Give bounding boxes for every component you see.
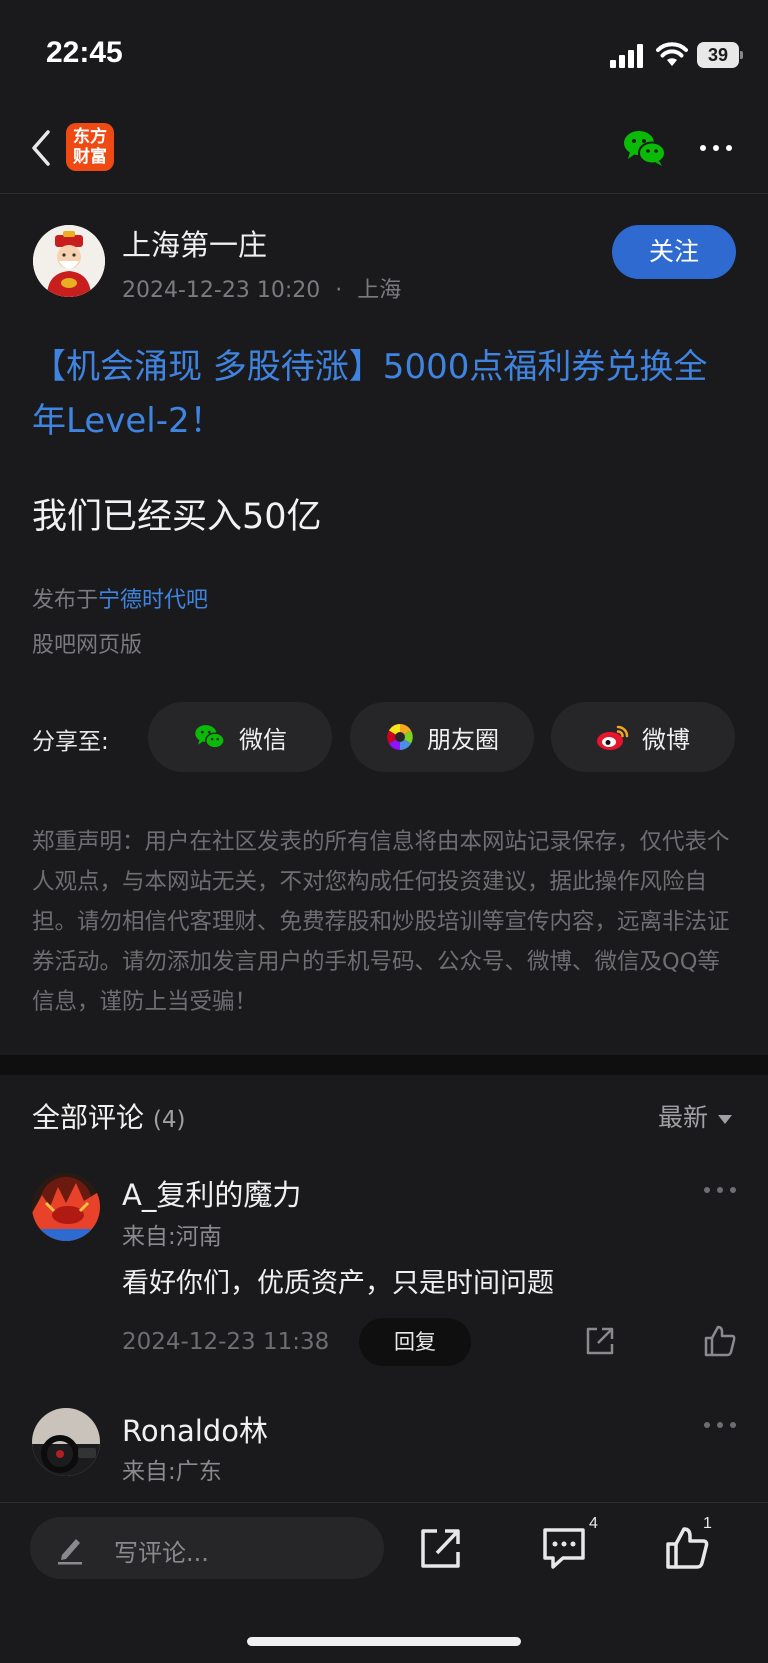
home-indicator[interactable] xyxy=(247,1637,521,1646)
comment-text: 看好你们，优质资产，只是时间问题 xyxy=(122,1268,554,1299)
pencil-icon xyxy=(58,1539,82,1565)
follow-button[interactable]: 关注 xyxy=(612,225,736,279)
battery-level: 39 xyxy=(697,42,739,68)
share-weibo-label: 微博 xyxy=(642,725,690,754)
top-nav-bar: 东方 财富 xyxy=(0,110,768,194)
published-prefix: 发布于 xyxy=(32,588,99,613)
car-interior-avatar-icon xyxy=(32,1408,100,1476)
logo-text-top: 东方 xyxy=(73,127,107,147)
comment-more-icon[interactable] xyxy=(704,1185,738,1195)
status-time: 22:45 xyxy=(46,36,123,69)
moments-icon xyxy=(387,724,413,750)
sort-dropdown[interactable]: 最新 xyxy=(658,1098,733,1134)
status-bar: 22:45 39 xyxy=(0,0,768,100)
weibo-icon xyxy=(597,725,629,750)
share-moments-button[interactable]: 朋友圈 xyxy=(350,702,534,772)
wechat-icon xyxy=(195,725,225,749)
share-icon[interactable] xyxy=(584,1325,616,1357)
web-version-label: 股吧网页版 xyxy=(32,633,143,658)
author-name[interactable]: 上海第一庄 xyxy=(122,222,267,264)
god-of-wealth-avatar-icon xyxy=(33,225,105,297)
share-label: 分享至: xyxy=(32,729,109,755)
share-wechat-button[interactable]: 微信 xyxy=(148,702,332,772)
comment-author[interactable]: Ronaldo林 xyxy=(122,1408,268,1450)
meta-separator: · xyxy=(335,278,343,303)
post-location: 上海 xyxy=(357,278,402,303)
like-icon[interactable] xyxy=(703,1324,737,1358)
published-in: 发布于宁德时代吧 xyxy=(32,582,208,614)
comment-avatar[interactable] xyxy=(32,1408,100,1476)
comments-count: (4) xyxy=(152,1107,186,1133)
cellular-signal-icon xyxy=(610,44,646,68)
comment-input[interactable]: 写评论... xyxy=(30,1517,384,1579)
logo-text-bottom: 财富 xyxy=(73,147,107,167)
share-wechat-label: 微信 xyxy=(239,725,287,754)
like-count-badge: 1 xyxy=(703,1515,712,1532)
comment-icon[interactable] xyxy=(541,1525,587,1571)
comment-count-badge: 4 xyxy=(589,1515,598,1532)
comment-date: 2024-12-23 11:38 xyxy=(122,1329,330,1355)
bottom-action-bar: 写评论... 4 1 xyxy=(0,1502,768,1663)
comments-title: 全部评论 xyxy=(32,1101,145,1134)
share-weibo-button[interactable]: 微博 xyxy=(551,702,735,772)
post-content: 我们已经买入50亿 xyxy=(32,497,322,537)
comment-input-placeholder: 写评论... xyxy=(114,1539,209,1567)
author-avatar[interactable] xyxy=(33,225,105,297)
share-moments-label: 朋友圈 xyxy=(427,725,499,754)
comment-location: 来自:广东 xyxy=(122,1459,222,1485)
comments-header: 全部评论 (4) xyxy=(32,1096,186,1136)
battery-icon: 39 xyxy=(697,42,743,68)
sort-label: 最新 xyxy=(658,1103,709,1132)
section-divider xyxy=(0,1055,768,1075)
post-date: 2024-12-23 10:20 xyxy=(122,278,321,303)
disclaimer-text: 郑重声明：用户在社区发表的所有信息将由本网站记录保存，仅代表个人观点，与本网站无… xyxy=(32,829,730,1015)
share-icon[interactable] xyxy=(418,1525,464,1571)
app-logo: 东方 财富 xyxy=(66,123,114,171)
comment-more-icon[interactable] xyxy=(704,1420,738,1430)
caret-down-icon xyxy=(718,1114,733,1124)
post-meta: 2024-12-23 10:20 · 上海 xyxy=(122,272,401,304)
red-bull-avatar-icon xyxy=(32,1173,100,1241)
comment-location: 来自:河南 xyxy=(122,1224,222,1250)
post-title-link[interactable]: 【机会涌现 多股待涨】5000点福利券兑换全年Level-2！ xyxy=(32,340,732,448)
comment-author[interactable]: A_复利的魔力 xyxy=(122,1172,301,1214)
wechat-share-icon[interactable] xyxy=(622,128,668,168)
wifi-icon xyxy=(656,42,688,66)
comment-avatar[interactable] xyxy=(32,1173,100,1241)
reply-button[interactable]: 回复 xyxy=(359,1318,471,1366)
more-options-icon[interactable] xyxy=(698,132,734,162)
back-icon[interactable] xyxy=(26,128,56,168)
forum-link[interactable]: 宁德时代吧 xyxy=(98,588,208,613)
